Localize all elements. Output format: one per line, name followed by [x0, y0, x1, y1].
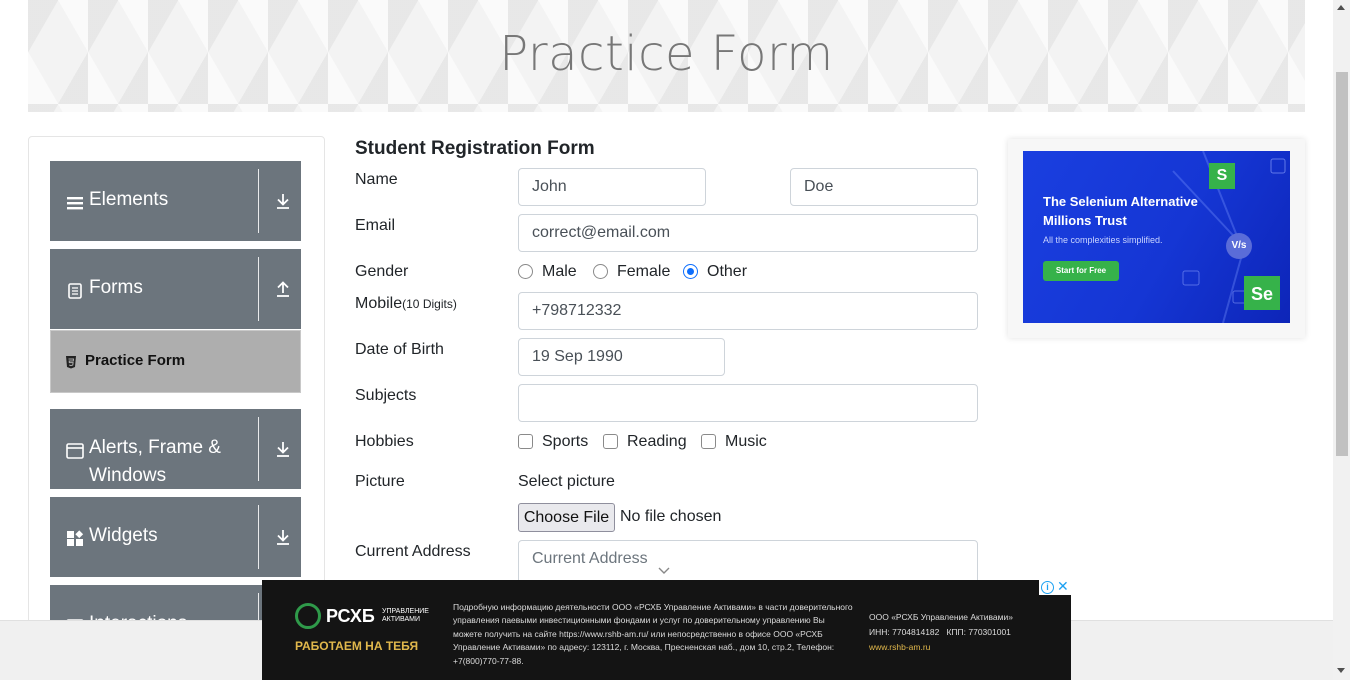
gender-label: Gender: [355, 263, 409, 280]
widgets-icon: [67, 530, 84, 546]
divider: [258, 417, 259, 481]
scroll-up-arrow-icon[interactable]: [1337, 5, 1345, 10]
ad-headline: The Selenium Alternative Millions Trust: [1043, 192, 1198, 230]
download-arrow-icon: [277, 194, 289, 209]
sidebar: Elements Forms Practice Form Alerts, Fra…: [28, 136, 325, 656]
gender-male-label[interactable]: Male: [542, 263, 577, 281]
dob-input[interactable]: 19 Sep 1990: [518, 338, 725, 376]
sidebar-group-elements[interactable]: Elements: [50, 161, 301, 241]
gender-other-label[interactable]: Other: [707, 263, 747, 281]
upload-arrow-icon: [277, 281, 289, 297]
first-name-input[interactable]: John: [518, 168, 706, 206]
document-icon: [68, 283, 82, 299]
ad-info-icon[interactable]: i: [1041, 581, 1054, 594]
download-arrow-icon: [277, 530, 289, 545]
sidebar-group-alerts[interactable]: Alerts, Frame & Windows: [50, 409, 301, 489]
select-picture-label: Select picture: [518, 473, 615, 490]
s-logo: S: [1209, 163, 1235, 189]
ad-brand: РСХБ: [326, 606, 375, 626]
form-title: Student Registration Form: [355, 138, 595, 159]
email-input[interactable]: correct@email.com: [518, 214, 978, 252]
sidebar-group-widgets[interactable]: Widgets: [50, 497, 301, 577]
email-label: Email: [355, 217, 396, 234]
sidebar-group-forms[interactable]: Forms: [50, 249, 301, 329]
subjects-label: Subjects: [355, 387, 417, 404]
address-label: Current Address: [355, 543, 471, 560]
page-title: Practice Form: [499, 26, 834, 82]
ad-slogan: РАБОТАЕМ НА ТЕБЯ: [295, 639, 419, 653]
gender-female-label[interactable]: Female: [617, 263, 670, 281]
ad-company: ООО «РСХБ Управление Активами»: [869, 612, 1013, 622]
rshb-logo-icon: [295, 603, 321, 629]
picture-label: Picture: [355, 473, 405, 490]
ad-paragraph: Подробную информацию деятельности ООО «Р…: [453, 602, 853, 666]
divider: [258, 505, 259, 569]
ad-cta-button[interactable]: Start for Free: [1043, 261, 1119, 281]
gender-female-radio[interactable]: [593, 264, 608, 279]
mobile-label-text: Mobile: [355, 295, 403, 312]
ad-subtext: All the complexities simplified.: [1043, 235, 1163, 245]
hobby-music-checkbox[interactable]: [701, 434, 716, 449]
html5-icon: [66, 356, 76, 369]
divider: [258, 169, 259, 233]
name-label: Name: [355, 171, 398, 188]
gender-male-radio[interactable]: [518, 264, 533, 279]
ad-banner-right[interactable]: S The Selenium Alternative Millions Trus…: [1008, 139, 1305, 338]
gender-other-radio[interactable]: [683, 264, 698, 279]
window-icon: [66, 443, 84, 459]
page: Practice Form Elements Forms Practice Fo…: [0, 0, 1350, 680]
mobile-hint: (10 Digits): [402, 297, 457, 311]
header-banner: Practice Form: [28, 0, 1305, 112]
ad-vs-badge: V/s: [1226, 233, 1252, 259]
choose-file-button[interactable]: Choose File: [518, 503, 615, 532]
no-file-text: No file chosen: [620, 508, 722, 525]
hobby-sports-label[interactable]: Sports: [542, 433, 588, 451]
ad-headline-line2: Millions Trust: [1043, 213, 1127, 228]
ad-company-info: ООО «РСХБ Управление Активами» ИНН: 7704…: [869, 610, 1059, 655]
ad-creative: S The Selenium Alternative Millions Trus…: [1023, 151, 1290, 323]
chevron-down-icon: [658, 567, 670, 574]
ad-banner-bottom[interactable]: РСХБ УПРАВЛЕНИЕ АКТИВАМИ РАБОТАЕМ НА ТЕБ…: [262, 580, 1071, 680]
hamburger-icon: [67, 197, 83, 210]
ad-url[interactable]: www.rshb-am.ru: [869, 640, 1059, 655]
sidebar-group-label: Forms: [89, 277, 143, 298]
last-name-input[interactable]: Doe: [790, 168, 978, 206]
sidebar-group-label: Elements: [89, 189, 169, 210]
hobby-reading-label[interactable]: Reading: [627, 433, 687, 451]
sidebar-group-label: Widgets: [89, 525, 158, 546]
hobby-reading-checkbox[interactable]: [603, 434, 618, 449]
download-arrow-icon: [277, 442, 289, 457]
sidebar-item-label: Practice Form: [85, 352, 186, 369]
close-icon[interactable]: ✕: [1057, 579, 1069, 594]
subjects-input[interactable]: [518, 384, 978, 422]
mobile-input[interactable]: +798712332: [518, 292, 978, 330]
mobile-label: Mobile(10 Digits): [355, 295, 457, 313]
divider: [258, 257, 259, 321]
dob-label: Date of Birth: [355, 341, 444, 358]
ad-brand-sub: УПРАВЛЕНИЕ АКТИВАМИ: [382, 608, 429, 623]
selenium-logo: Se: [1244, 276, 1280, 310]
sidebar-group-label: Alerts, Frame & Windows: [89, 437, 221, 486]
ad-headline-line1: The Selenium Alternative: [1043, 194, 1198, 209]
hobbies-label: Hobbies: [355, 433, 414, 450]
sidebar-item-practice-form[interactable]: Practice Form: [50, 330, 301, 393]
scroll-down-arrow-icon[interactable]: [1337, 668, 1345, 673]
scrollbar-thumb[interactable]: [1336, 72, 1348, 456]
hobby-sports-checkbox[interactable]: [518, 434, 533, 449]
ad-controls: i ✕: [1039, 579, 1071, 595]
hobby-music-label[interactable]: Music: [725, 433, 767, 451]
ad-inn: ИНН: 7704814182 КПП: 770301001: [869, 627, 1011, 637]
